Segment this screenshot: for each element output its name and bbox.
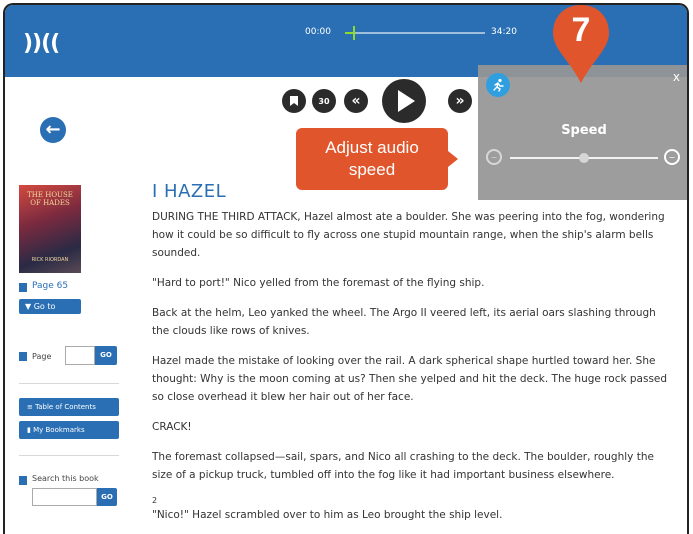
bookmark-button[interactable] (282, 89, 306, 113)
progress-knob[interactable] (353, 26, 356, 40)
skip-back-30-button[interactable]: 30 (312, 89, 336, 113)
total-time: 34:20 (491, 27, 517, 37)
speed-slider-knob[interactable] (579, 153, 589, 163)
list-icon: ≡ (27, 403, 36, 411)
paragraph: The foremast collapsed—sail, spars, and … (152, 451, 654, 481)
callout-pointer (448, 151, 458, 167)
progress-track[interactable] (345, 26, 485, 40)
step-marker: 7 (550, 5, 612, 85)
page-field-label: Page (32, 352, 52, 361)
paragraph: Hazel made the mistake of looking over t… (152, 355, 668, 403)
callout-line-1: Adjust audio (325, 138, 419, 157)
paragraph: Back at the helm, Leo yanked the wheel. … (152, 307, 656, 337)
speed-panel: x Speed − − (478, 65, 687, 200)
paragraph: "Nico!" Hazel scrambled over to him as L… (152, 509, 503, 521)
speed-title: Speed (561, 123, 607, 138)
bookmarks-label: My Bookmarks (33, 426, 85, 434)
speed-button[interactable] (486, 73, 510, 97)
search-go-button[interactable]: GO (97, 488, 117, 506)
callout-line-2: speed (348, 160, 396, 179)
sidebar-divider (19, 383, 119, 384)
close-icon[interactable]: x (673, 70, 680, 84)
back-arrow-icon[interactable]: ← (40, 117, 66, 143)
rewind-button[interactable]: « (344, 89, 368, 113)
paragraph: CRACK! (152, 421, 192, 433)
chapter-title: I HAZEL (152, 181, 227, 202)
cover-author: RICK RIORDAN (31, 257, 69, 263)
elapsed-time: 00:00 (305, 27, 331, 37)
book-content: I HAZEL DURING THE THIRD ATTACK, Hazel a… (152, 181, 672, 534)
skip-back-30-label: 30 (318, 96, 330, 106)
search-label: Search this book (32, 474, 99, 483)
page-field-icon (19, 352, 27, 361)
rewind-icon: « (351, 93, 361, 109)
goto-button[interactable]: ▼ Go to (19, 299, 81, 314)
play-button[interactable] (382, 79, 426, 123)
slow-speed-icon[interactable]: − (486, 149, 502, 165)
page-input[interactable] (65, 346, 95, 365)
toc-label: Table of Contents (35, 403, 96, 411)
book-cover: THE HOUSE OF HADES RICK RIORDAN (19, 185, 81, 273)
paragraph: "Hard to port!" Nico yelled from the for… (152, 277, 485, 289)
progress-played (345, 32, 354, 34)
bookmark-icon (290, 96, 298, 106)
my-bookmarks-button[interactable]: ▮ My Bookmarks (19, 421, 119, 439)
page-icon (19, 283, 27, 292)
paragraph: DURING THE THIRD ATTACK, Hazel almost at… (152, 211, 665, 259)
app-logo: ))(( (23, 31, 60, 56)
search-book-icon (19, 476, 27, 485)
reader-window: ))(( 00:00 34:20 30 « » x Speed − − Adju… (3, 3, 689, 534)
running-person-icon (493, 78, 504, 92)
page-go-button[interactable]: GO (95, 346, 117, 365)
step-number: 7 (571, 11, 591, 49)
sidebar-divider-2 (19, 455, 119, 456)
fast-speed-icon[interactable]: − (664, 149, 680, 165)
page-number: 2 (152, 496, 158, 505)
search-input[interactable] (32, 488, 97, 506)
table-of-contents-button[interactable]: ≡ Table of Contents (19, 398, 119, 416)
forward-icon: » (455, 93, 465, 109)
cover-title: THE HOUSE OF HADES (27, 191, 73, 207)
play-icon (398, 90, 415, 112)
forward-button[interactable]: » (448, 89, 472, 113)
current-page: Page 65 (32, 281, 69, 291)
